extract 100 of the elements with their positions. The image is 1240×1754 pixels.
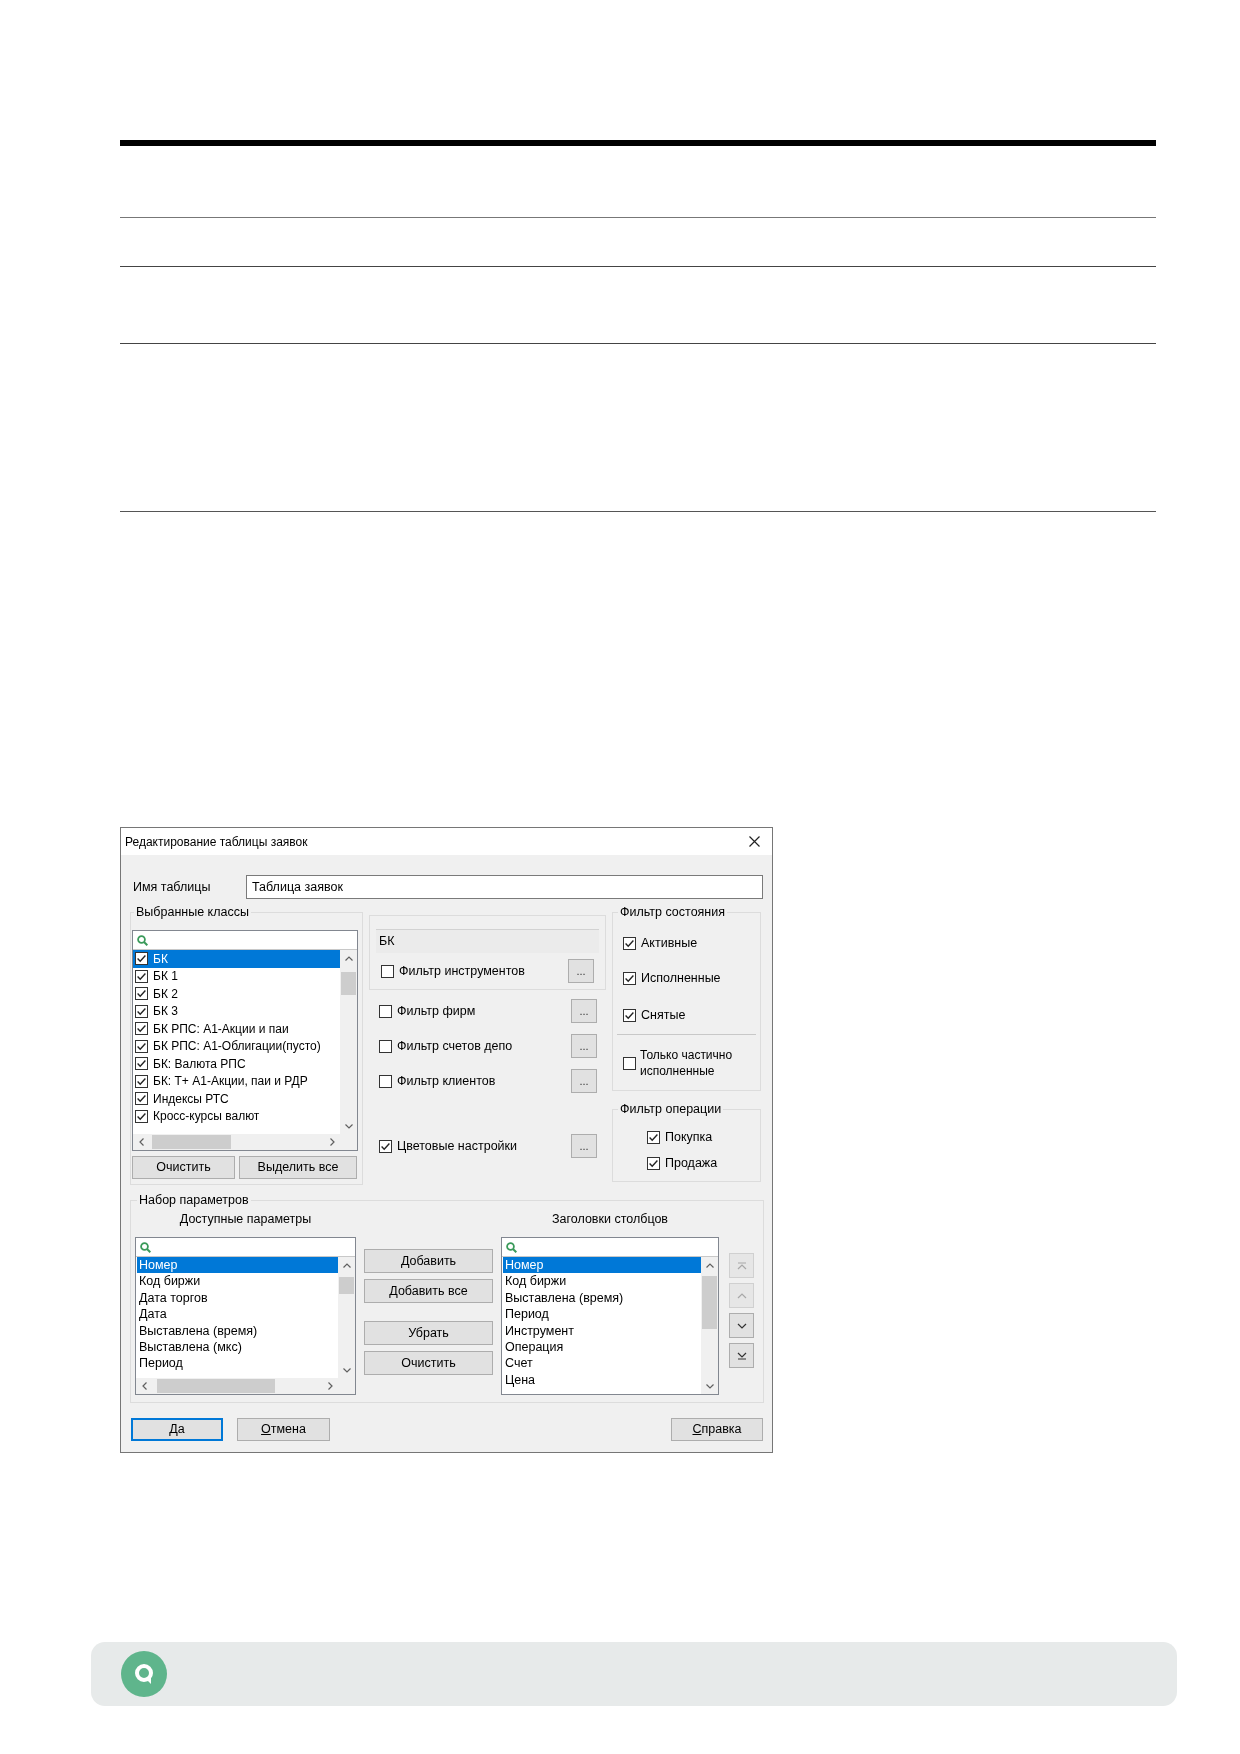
chevron-left-icon <box>141 1382 147 1390</box>
ok-button[interactable]: Да <box>131 1418 223 1441</box>
checkbox[interactable] <box>135 1109 148 1123</box>
checkbox-label[interactable]: Покупка <box>665 1129 713 1145</box>
search-icon <box>137 934 148 946</box>
arrow-to-top-icon <box>736 1261 747 1270</box>
scrollbar-thumb[interactable] <box>339 1277 354 1294</box>
list-item[interactable]: Выставлена (время) <box>137 1322 338 1339</box>
list-item[interactable]: Дата <box>137 1306 338 1323</box>
checkbox[interactable] <box>379 1074 392 1088</box>
list-item[interactable]: БК 2 <box>133 985 340 1003</box>
cancel-button[interactable]: Отмена <box>237 1418 330 1441</box>
vertical-scrollbar[interactable] <box>701 1257 718 1394</box>
list-item[interactable]: Выставлена (мкс) <box>137 1338 338 1356</box>
window-title: Редактирование таблицы заявок <box>125 833 308 851</box>
checkbox-label[interactable]: Снятые <box>641 1007 686 1023</box>
checkbox-label[interactable]: Фильтр инструментов <box>399 963 525 979</box>
checkbox[interactable] <box>135 1092 148 1106</box>
list-item[interactable]: БК 1 <box>133 967 340 985</box>
logo-icon <box>121 1651 167 1697</box>
list-item[interactable]: Период <box>137 1355 338 1372</box>
browse-button[interactable]: ... <box>571 1034 597 1058</box>
checkbox-label[interactable]: Цветовые настройки <box>397 1138 518 1154</box>
chevron-down-icon <box>705 1383 714 1389</box>
checkbox-label[interactable]: Продажа <box>665 1155 718 1171</box>
column-heading: Заголовки столбцов <box>552 1211 668 1228</box>
browse-button[interactable]: ... <box>571 999 597 1023</box>
list-item[interactable]: Индексы РТС <box>133 1090 340 1108</box>
scrollbar-thumb[interactable] <box>702 1276 717 1329</box>
checkbox[interactable] <box>647 1130 660 1144</box>
text-field[interactable]: Таблица заявок <box>246 875 763 899</box>
vertical-scrollbar[interactable] <box>340 950 357 1134</box>
remove-button[interactable]: Убрать <box>364 1321 493 1345</box>
checkbox[interactable] <box>135 1004 148 1018</box>
checkbox[interactable] <box>623 971 636 985</box>
checkbox[interactable] <box>135 1039 148 1053</box>
add-all-button[interactable]: Добавить все <box>364 1279 493 1303</box>
checkbox[interactable] <box>623 936 636 950</box>
checkbox[interactable] <box>135 987 148 1001</box>
move-bottom-button[interactable] <box>729 1343 754 1368</box>
checkbox-label[interactable]: Активные <box>641 935 698 951</box>
horizontal-scrollbar[interactable] <box>133 1134 340 1150</box>
checkbox-label[interactable]: Фильтр фирм <box>397 1003 476 1019</box>
chevron-up-icon <box>342 1262 351 1268</box>
list-item[interactable]: Период <box>503 1306 701 1323</box>
class-field: БК <box>376 929 599 953</box>
list-item[interactable]: Номер <box>503 1257 701 1274</box>
clear-button[interactable]: Очистить <box>364 1351 493 1375</box>
search-icon <box>506 1241 517 1253</box>
browse-button[interactable]: ... <box>571 1069 597 1093</box>
chevron-up-icon <box>705 1262 714 1268</box>
list-item[interactable]: Номер <box>137 1257 338 1274</box>
select-all-button[interactable]: Выделить все <box>239 1156 357 1179</box>
list-item[interactable]: БК: Валюта РПС <box>133 1055 340 1073</box>
list-item[interactable]: Цена <box>503 1371 701 1389</box>
list-item[interactable]: Код биржи <box>503 1273 701 1290</box>
chevron-down-icon <box>342 1367 351 1373</box>
checkbox[interactable] <box>135 1074 148 1088</box>
list-item[interactable]: БК 3 <box>133 1002 340 1020</box>
list-item[interactable]: Кросс-курсы валют <box>133 1107 340 1125</box>
list-item[interactable]: Счет <box>503 1355 701 1372</box>
help-button[interactable]: Справка <box>671 1418 763 1441</box>
scrollbar-thumb[interactable] <box>152 1135 231 1149</box>
list-item[interactable]: БК РПС: А1-Акции и паи <box>133 1020 340 1038</box>
checkbox[interactable] <box>135 1057 148 1071</box>
list-item[interactable]: Инструмент <box>503 1322 701 1339</box>
group-title: Набор параметров <box>138 1193 250 1208</box>
list-item[interactable]: Выставлена (время) <box>503 1289 701 1307</box>
list-item[interactable]: БК РПС: А1-Облигации(пусто) <box>133 1037 340 1055</box>
checkbox-label[interactable]: Фильтр счетов депо <box>397 1038 513 1054</box>
scrollbar-thumb[interactable] <box>341 972 356 995</box>
checkbox[interactable] <box>135 969 148 983</box>
checkbox-label[interactable]: Фильтр клиентов <box>397 1073 496 1089</box>
checkbox[interactable] <box>135 1022 148 1036</box>
horizontal-scrollbar[interactable] <box>136 1378 338 1394</box>
list-item[interactable]: Код биржи <box>137 1273 338 1290</box>
checkbox-label[interactable]: Только частично исполненные <box>640 1047 752 1079</box>
checkbox-label[interactable]: Исполненные <box>641 970 721 986</box>
browse-button[interactable]: ... <box>571 1134 597 1158</box>
scrollbar-thumb[interactable] <box>157 1379 275 1393</box>
chevron-up-icon <box>736 1292 747 1299</box>
checkbox[interactable] <box>623 1008 636 1022</box>
column-heading: Доступные параметры <box>179 1211 312 1228</box>
checkbox[interactable] <box>623 1056 636 1070</box>
list-item[interactable]: Операция <box>503 1338 701 1356</box>
checkbox[interactable] <box>647 1156 660 1170</box>
checkbox[interactable] <box>135 952 148 966</box>
clear-button[interactable]: Очистить <box>132 1156 235 1179</box>
search-icon <box>140 1241 151 1253</box>
vertical-scrollbar[interactable] <box>338 1257 355 1378</box>
checkbox[interactable] <box>379 1139 392 1153</box>
close-icon <box>748 836 760 847</box>
browse-button[interactable]: ... <box>568 959 594 983</box>
list-item[interactable]: Дата торгов <box>137 1289 338 1307</box>
list-item[interactable]: БК: Т+ А1-Акции, паи и РДР <box>133 1072 340 1090</box>
checkbox[interactable] <box>379 1039 392 1053</box>
list-item[interactable]: БК <box>133 950 340 968</box>
checkbox[interactable] <box>379 1004 392 1018</box>
add-button[interactable]: Добавить <box>364 1249 493 1273</box>
checkbox[interactable] <box>381 964 394 978</box>
